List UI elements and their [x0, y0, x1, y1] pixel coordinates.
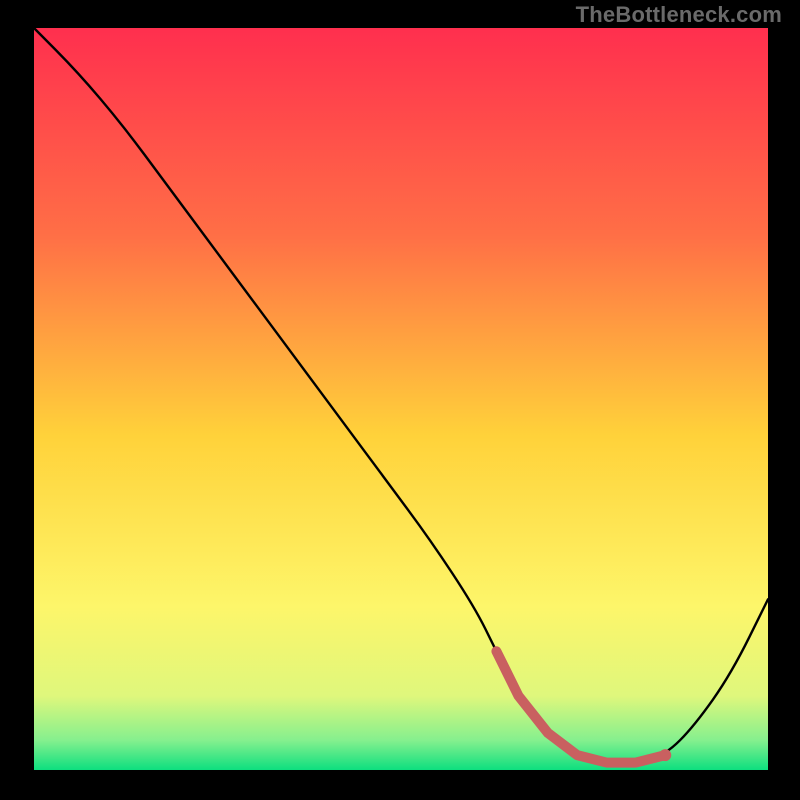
- optimal-end-dot: [659, 749, 671, 761]
- chart-svg: [34, 28, 768, 770]
- plot-area: [34, 28, 768, 770]
- chart-frame: TheBottleneck.com: [0, 0, 800, 800]
- watermark-label: TheBottleneck.com: [576, 2, 782, 28]
- gradient-background: [34, 28, 768, 770]
